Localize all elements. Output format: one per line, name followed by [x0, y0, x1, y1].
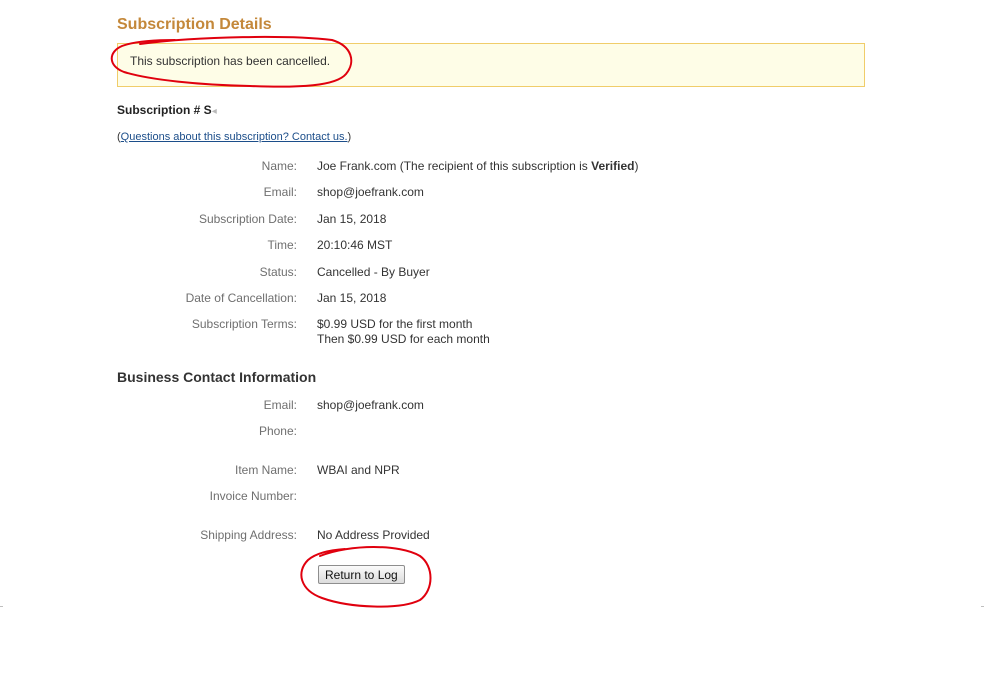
- page-divider: [0, 606, 984, 607]
- subscription-number-label: Subscription # S: [117, 103, 212, 117]
- detail-label: Email:: [263, 185, 297, 199]
- business-contact-heading: Business Contact Information: [117, 369, 317, 385]
- business-value-item-name: WBAI and NPR: [317, 463, 400, 477]
- terms-line-2: Then $0.99 USD for each month: [317, 332, 490, 346]
- detail-value-cancellation-date: Jan 15, 2018: [317, 291, 387, 305]
- business-label: Phone:: [258, 424, 297, 438]
- subscription-number-redacted: ◂: [211, 106, 217, 117]
- divider-left-tick: [0, 606, 3, 607]
- detail-label: Subscription Terms:: [191, 317, 297, 331]
- detail-label: Subscription Date:: [198, 212, 297, 226]
- business-label: Email:: [263, 398, 297, 412]
- notice-text: This subscription has been cancelled.: [130, 54, 331, 68]
- page: Subscription Details This subscription h…: [0, 0, 984, 674]
- detail-label: Date of Cancellation:: [185, 291, 297, 305]
- detail-value-name: Joe Frank.com (The recipient of this sub…: [317, 159, 638, 173]
- contact-us-link[interactable]: Questions about this subscription? Conta…: [121, 131, 348, 143]
- detail-label: Name:: [261, 159, 297, 173]
- questions-close-paren: ): [347, 131, 352, 143]
- detail-value-terms: $0.99 USD for the first month Then $0.99…: [317, 317, 490, 347]
- recipient-name: Joe Frank.com (The recipient of this sub…: [317, 159, 592, 173]
- business-value-shipping-address: No Address Provided: [317, 528, 430, 542]
- return-to-log-button[interactable]: Return to Log: [318, 565, 405, 584]
- cancellation-notice: This subscription has been cancelled.: [117, 43, 865, 87]
- business-value-email: shop@joefrank.com: [317, 398, 424, 412]
- annotation-layer: [110, 35, 432, 608]
- terms-line-1: $0.99 USD for the first month: [317, 317, 473, 331]
- business-label: Invoice Number:: [209, 489, 297, 503]
- detail-value-status: Cancelled - By Buyer: [317, 265, 430, 279]
- detail-label: Time:: [267, 238, 297, 252]
- detail-value-time: 20:10:46 MST: [317, 238, 393, 252]
- detail-label: Status:: [259, 265, 297, 279]
- subscription-number: Subscription # S◂: [117, 103, 217, 117]
- recipient-suffix: ): [634, 159, 639, 173]
- business-label: Item Name:: [234, 463, 297, 477]
- questions-line: (Questions about this subscription? Cont…: [117, 131, 351, 143]
- verified-status: Verified: [591, 159, 635, 173]
- detail-value-email: shop@joefrank.com: [317, 185, 424, 199]
- detail-value-subscription-date: Jan 15, 2018: [317, 212, 387, 226]
- page-title: Subscription Details: [117, 16, 272, 33]
- business-label: Shipping Address:: [200, 528, 297, 542]
